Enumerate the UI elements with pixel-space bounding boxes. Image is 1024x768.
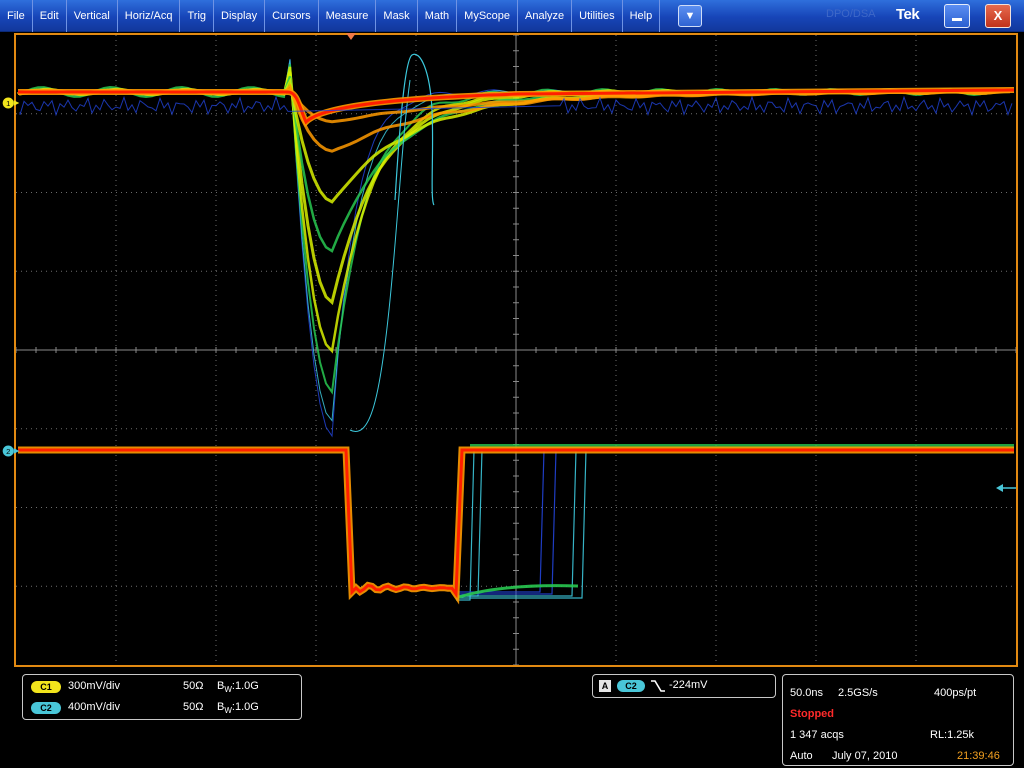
bw-subscript: W: [224, 706, 232, 715]
channel1-ground-marker[interactable]: 1: [2, 94, 20, 112]
channel-settings-panel[interactable]: C1 300mV/div 50Ω BW:1.0G C2 400mV/div 50…: [22, 674, 302, 720]
channel1-impedance: 50Ω: [183, 680, 204, 692]
acquisition-time: 21:39:46: [957, 750, 1000, 762]
channel1-scale: 300mV/div: [68, 680, 120, 692]
status-bar: C1 300mV/div 50Ω BW:1.0G C2 400mV/div 50…: [0, 668, 1024, 768]
channel1-marker-label: 1: [6, 99, 10, 108]
bw-subscript: W: [224, 685, 232, 694]
record-length: RL:1.25k: [930, 729, 975, 741]
bw-value: :1.0G: [231, 680, 259, 692]
trigger-mode-letter: A: [599, 680, 611, 692]
trigger-readout-panel[interactable]: A C2 -224mV: [592, 674, 776, 698]
channel2-impedance: 50Ω: [183, 701, 204, 713]
trigger-source-badge: C2: [617, 680, 645, 692]
acquisition-count: 1 347 acqs: [790, 729, 844, 741]
channel1-bandwidth: BW:1.0G: [217, 680, 259, 694]
channel2-scale: 400mV/div: [68, 701, 120, 713]
bw-value: :1.0G: [231, 701, 259, 713]
channel2-marker-label: 2: [6, 447, 10, 456]
trigger-level: -224mV: [669, 679, 708, 691]
trigger-level-marker[interactable]: [996, 483, 1016, 493]
run-state: Stopped: [790, 708, 834, 720]
falling-edge-icon: [651, 680, 665, 692]
trigger-mode: Auto: [790, 750, 813, 762]
channel2-badge: C2: [31, 702, 61, 714]
trigger-position-marker[interactable]: [346, 33, 356, 40]
channel2-bandwidth: BW:1.0G: [217, 701, 259, 715]
graticule-frame: [14, 33, 1018, 667]
channel1-badge: C1: [31, 681, 61, 693]
channel2-ground-marker[interactable]: 2: [2, 442, 20, 460]
acquisition-panel[interactable]: 50.0ns 2.5GS/s 400ps/pt Stopped 1 347 ac…: [782, 674, 1014, 766]
timebase-scale: 50.0ns: [790, 687, 824, 699]
time-per-point: 400ps/pt: [934, 687, 977, 699]
acquisition-date: July 07, 2010: [832, 750, 898, 762]
sample-rate: 2.5GS/s: [838, 687, 878, 699]
